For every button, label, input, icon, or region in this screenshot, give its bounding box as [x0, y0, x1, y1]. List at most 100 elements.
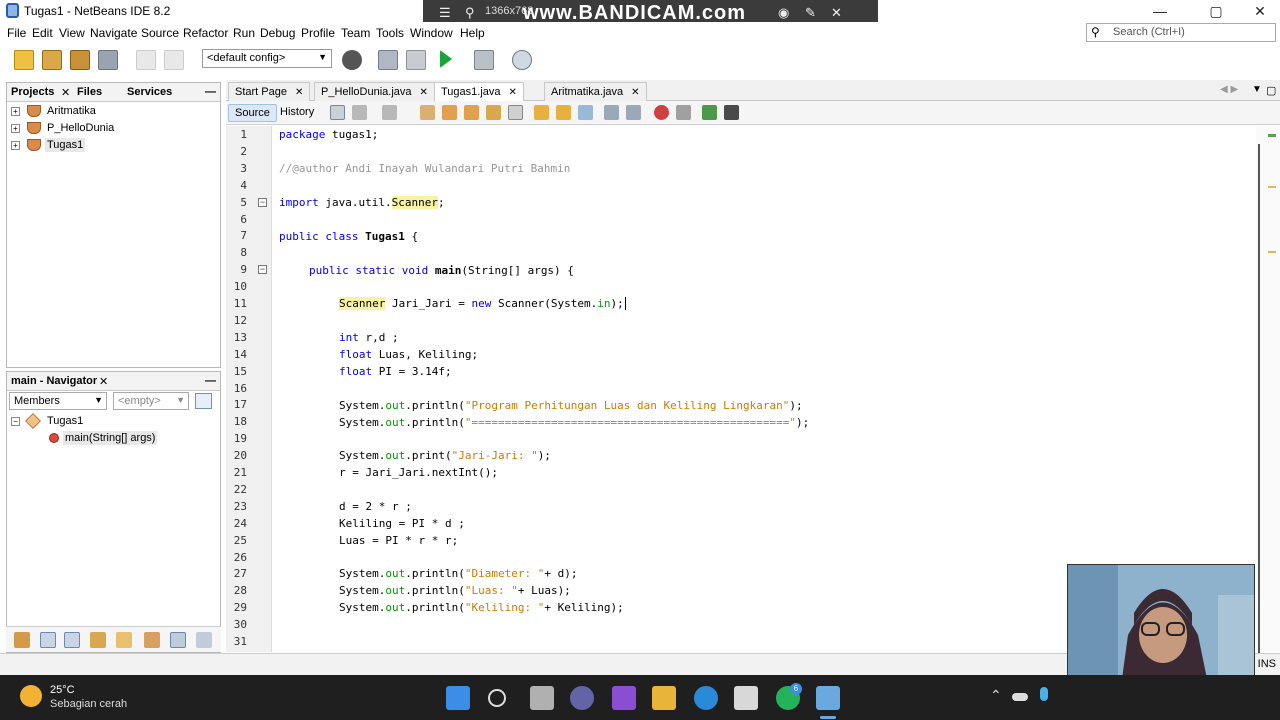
close-icon[interactable]: ✕ [61, 86, 70, 99]
fold-icon[interactable]: − [258, 265, 267, 275]
find-next-icon[interactable] [464, 105, 479, 120]
shift-right-icon[interactable] [626, 105, 641, 120]
lock-icon[interactable] [90, 632, 106, 648]
windows-start-icon[interactable] [446, 686, 470, 710]
scroll-left-icon[interactable]: ◀ ▶ [1220, 84, 1238, 95]
expand-icon[interactable]: + [11, 107, 20, 116]
profile-icon[interactable] [512, 50, 532, 70]
maximize-icon[interactable]: ▢ [1266, 84, 1276, 97]
tab-projects[interactable]: Projects [11, 86, 54, 98]
inner-class-icon[interactable] [116, 632, 132, 648]
menu-window[interactable]: Window [410, 26, 453, 40]
filter-select[interactable]: <empty> ▼ [113, 392, 189, 410]
undo-icon[interactable] [136, 50, 156, 70]
minimize-button[interactable]: — [1140, 2, 1180, 20]
tab-p-hellodunia[interactable]: P_HelloDunia.java ✕ [314, 82, 435, 101]
previous-bookmark-icon[interactable] [534, 105, 549, 120]
redo-icon[interactable] [164, 50, 184, 70]
pin-icon[interactable]: ⚲ [465, 5, 475, 21]
start-macro-icon[interactable] [654, 105, 669, 120]
chat-icon[interactable] [570, 686, 594, 710]
maximize-button[interactable]: ▢ [1196, 2, 1236, 20]
tab-list-icon[interactable]: ▼ [1252, 84, 1262, 95]
tree-item-class[interactable]: Tugas1 [47, 415, 83, 427]
visual-studio-icon[interactable] [612, 686, 636, 710]
sort-name-icon[interactable] [170, 632, 186, 648]
back-icon[interactable] [352, 105, 367, 120]
forward-icon[interactable] [382, 105, 397, 120]
close-icon[interactable]: ✕ [831, 5, 842, 21]
static-icon[interactable] [64, 632, 80, 648]
minimize-icon[interactable]: — [205, 375, 216, 387]
search-icon[interactable] [488, 689, 506, 707]
tab-files[interactable]: Files [77, 86, 102, 98]
globe-icon[interactable] [342, 50, 362, 70]
tree-item-tugas1[interactable]: Tugas1 [45, 138, 86, 152]
pencil-icon[interactable]: ✎ [805, 5, 816, 21]
last-edit-icon[interactable] [330, 105, 345, 120]
tab-aritmatika[interactable]: Aritmatika.java ✕ [544, 82, 647, 101]
sort-source-icon[interactable] [196, 632, 212, 648]
run-icon[interactable] [440, 50, 452, 68]
filter-icon[interactable] [195, 393, 212, 409]
inherited-icon[interactable] [144, 632, 160, 648]
stop-macro-icon[interactable] [676, 105, 691, 120]
close-button[interactable]: ✕ [1240, 2, 1280, 20]
history-button[interactable]: History [274, 104, 320, 122]
next-bookmark-icon[interactable] [556, 105, 571, 120]
menu-view[interactable]: View [59, 26, 85, 40]
menu-tools[interactable]: Tools [376, 26, 404, 40]
menu-run[interactable]: Run [233, 26, 255, 40]
tab-start-page[interactable]: Start Page ✕ [228, 82, 311, 101]
toggle-bookmark-icon[interactable] [578, 105, 593, 120]
tree-item-p-hellodunia[interactable]: P_HelloDunia [47, 122, 114, 134]
comment-icon[interactable] [702, 105, 717, 120]
menu-navigate[interactable]: Navigate [90, 26, 137, 40]
config-select[interactable]: <default config> ▼ [202, 49, 332, 68]
build-icon[interactable] [378, 50, 398, 70]
new-file-icon[interactable] [14, 50, 34, 70]
close-icon[interactable]: ✕ [99, 375, 108, 388]
expand-icon[interactable]: + [11, 124, 20, 133]
tree-item-aritmatika[interactable]: Aritmatika [47, 105, 96, 117]
members-select[interactable]: Members ▼ [9, 392, 107, 410]
task-view-icon[interactable] [530, 686, 554, 710]
edge-icon[interactable] [694, 686, 718, 710]
hierarchy-icon[interactable] [14, 632, 30, 648]
toggle-highlight-icon[interactable] [486, 105, 501, 120]
microphone-icon[interactable] [1040, 687, 1048, 701]
navigator-title[interactable]: main - Navigator [11, 375, 97, 387]
chevron-up-icon[interactable]: ⌃ [990, 687, 1002, 704]
menu-source[interactable]: Source [141, 26, 179, 40]
rectangular-selection-icon[interactable] [508, 105, 523, 120]
menu-edit[interactable]: Edit [32, 26, 53, 40]
new-project-icon[interactable] [42, 50, 62, 70]
source-button[interactable]: Source [228, 104, 277, 122]
fields-icon[interactable] [40, 632, 56, 648]
tree-item-method[interactable]: main(String[] args) [63, 431, 158, 445]
minimize-icon[interactable]: — [205, 86, 216, 98]
find-previous-icon[interactable] [442, 105, 457, 120]
menu-file[interactable]: File [7, 26, 26, 40]
editor-scrollbar[interactable] [1256, 126, 1280, 654]
cloud-icon[interactable] [1012, 693, 1028, 701]
debug-icon[interactable] [474, 50, 494, 70]
save-all-icon[interactable] [98, 50, 118, 70]
clean-build-icon[interactable] [406, 50, 426, 70]
open-project-icon[interactable] [70, 50, 90, 70]
shift-left-icon[interactable] [604, 105, 619, 120]
menu-team[interactable]: Team [341, 26, 370, 40]
uncomment-icon[interactable] [724, 105, 739, 120]
collapse-icon[interactable]: − [11, 417, 20, 426]
menu-icon[interactable]: ☰ [439, 5, 451, 21]
menu-refactor[interactable]: Refactor [183, 26, 228, 40]
find-icon[interactable] [420, 105, 435, 120]
netbeans-taskbar-icon[interactable] [816, 686, 840, 710]
file-explorer-icon[interactable] [652, 686, 676, 710]
scrollbar-thumb[interactable] [1258, 144, 1260, 654]
search-input[interactable]: ⚲ Search (Ctrl+I) [1086, 23, 1276, 42]
tab-services[interactable]: Services [127, 86, 172, 98]
menu-debug[interactable]: Debug [260, 26, 295, 40]
fold-icon[interactable]: − [258, 197, 267, 207]
menu-help[interactable]: Help [460, 26, 485, 40]
